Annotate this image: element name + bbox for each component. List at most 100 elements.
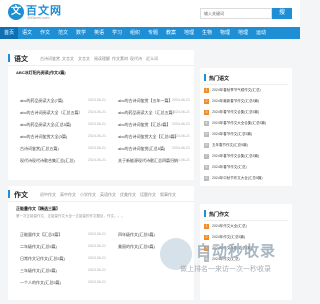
watermark-text: 自动秒收录 [196, 243, 277, 260]
tag-link[interactable]: 古诗词鉴赏 [40, 56, 60, 62]
nav-item[interactable]: 教案 [162, 27, 180, 39]
hot-link[interactable]: 2024年最新春节作文(汇总5篇) [212, 99, 259, 104]
logo-icon[interactable]: 文 [8, 4, 24, 20]
article-link[interactable]: abc的古诗词阅读大全（汇总五篇） [20, 110, 82, 116]
article-date: 2024-06-21 [88, 232, 106, 236]
sidebar-title: 热门作文 [209, 212, 230, 218]
nav-item[interactable]: 运动 [252, 27, 270, 39]
article-link[interactable]: abc的药品阅读大全（汇总五篇） [118, 110, 176, 116]
tag-link[interactable]: 文言文 [62, 56, 74, 62]
article-date: 2024-06-21 [88, 244, 106, 248]
rank-badge: 2 [204, 99, 209, 104]
tag-link[interactable]: 近义词 [146, 56, 158, 62]
article-date: 2024-06-21 [172, 110, 190, 114]
nav-item[interactable]: 物理 [216, 27, 234, 39]
divider [8, 201, 194, 202]
nav-item[interactable]: 范文 [54, 27, 72, 39]
rank-badge: 6 [204, 143, 209, 148]
tag-link[interactable]: 作文素材 [112, 56, 128, 62]
article-link[interactable]: 关于新能源现代诗歌汇总四篇归纳 [118, 158, 178, 164]
tag-link[interactable]: 小学作文 [80, 192, 96, 198]
section-bar [8, 190, 10, 198]
hot-chinese-panel: 热门语文 1 2024年春秋季节气候作文(汇总) 2 2024年最新春节作文(汇… [200, 68, 292, 186]
tag-link[interactable]: 文言文 [78, 56, 90, 62]
article-date: 2024-06-21 [172, 158, 190, 162]
article-link[interactable]: 一个人的作文(汇总5篇) [20, 280, 61, 286]
hot-link[interactable]: 2024年春秋季节气候作文(汇总) [212, 88, 261, 93]
tag-link[interactable]: 阅读理解 [94, 56, 110, 62]
hot-link[interactable]: 2024年春节作文大全合集(汇总5篇) [212, 121, 266, 126]
nav-item[interactable]: 数学 [72, 27, 90, 39]
rank-badge: 4 [204, 121, 209, 126]
article-date: 2024-06-21 [88, 134, 106, 138]
article-date: 2024-06-21 [88, 110, 106, 114]
article-link[interactable]: abc的古诗词鉴赏(汇总5篇) [118, 146, 165, 152]
article-link[interactable]: 二年级作文(汇总5篇) [20, 244, 57, 250]
section-bar [8, 54, 10, 62]
watermark-subtext: 做上排名一来访一次一秒收录 [180, 266, 271, 273]
nav-item[interactable]: 语文 [18, 27, 36, 39]
article-link[interactable]: 现代诗现代诗歌合集汇总(汇总) [20, 158, 75, 164]
article-link[interactable]: 正能量作文【汇总3篇】 [20, 232, 62, 238]
nav-item[interactable]: 英语 [90, 27, 108, 39]
featured-desc: 第一次正能量作文，正能量作文大全一正能量的作文题目，作文。。。 [16, 214, 125, 218]
nav-item[interactable]: 首页 [0, 27, 18, 39]
hot-link[interactable]: 五年春节作文(汇总5篇) [212, 143, 248, 148]
nav-item[interactable]: 生物 [198, 27, 216, 39]
section-bar [204, 210, 206, 217]
article-link[interactable]: abc的古诗词鉴赏大全(3篇) [20, 134, 67, 140]
section-title: 作文 [14, 192, 28, 199]
tag-link[interactable]: 初中作文 [40, 192, 56, 198]
rank-badge: 7 [204, 154, 209, 159]
tag-link[interactable]: 英语作文 [100, 192, 116, 198]
hot-link[interactable]: 2024年春节作文(汇总) [212, 165, 247, 170]
featured-link[interactable]: 正能量作文【精选三篇】 [16, 206, 60, 212]
divider [8, 65, 194, 66]
nav-item[interactable]: 学习 [108, 27, 126, 39]
article-link[interactable]: 三年级作文(汇总5篇) [20, 268, 57, 274]
article-link[interactable]: 日常作文记作文(汇总5篇) [20, 256, 65, 262]
article-link[interactable]: 美丽的作文(汇总5篇) [118, 244, 155, 250]
hot-link[interactable]: 2024年春节作文合集(汇总5篇) [212, 154, 259, 159]
article-date: 2024-06-21 [88, 280, 106, 284]
nav-item[interactable]: 作文 [36, 27, 54, 39]
tag-link[interactable]: 优美作文 [120, 192, 136, 198]
hot-link[interactable]: 2024年春节作文(汇总5篇) [212, 132, 252, 137]
article-link[interactable]: abc的药品阅读大全(7篇) [20, 98, 63, 104]
article-link[interactable]: abc的古诗词鉴赏【五年一篇】 [118, 98, 172, 104]
site-header: 文 百文网 100wen.com 输入关键词 搜 [0, 0, 300, 27]
watermark: 自动秒收录 做上排名一来访一次一秒收录 [160, 236, 310, 304]
article-link[interactable]: 古诗词鉴赏(汇总五篇) [20, 146, 59, 152]
rank-badge: 8 [204, 165, 209, 170]
article-date: 2024-06-21 [88, 256, 106, 260]
hot-link[interactable]: 2024年中秋节作文大全(汇总5篇) [212, 176, 263, 181]
hot-link[interactable]: 2024年作文大全(汇总) [212, 224, 247, 229]
rank-badge: 5 [204, 132, 209, 137]
site-domain: 100wen.com [27, 15, 50, 20]
article-date: 2024-06-21 [88, 158, 106, 162]
tag-link[interactable]: 话题作文 [140, 192, 156, 198]
tag-link[interactable]: 现代诗 [130, 56, 142, 62]
article-link[interactable]: abc的古诗词鉴赏大全【汇总5篇】 [118, 134, 179, 140]
nav-item[interactable]: 组织 [126, 27, 144, 39]
nav-item[interactable]: 专题 [144, 27, 162, 39]
nav-item[interactable]: 地理 [234, 27, 252, 39]
article-date: 2024-06-21 [88, 98, 106, 102]
article-date: 2024-06-21 [88, 268, 106, 272]
article-link[interactable]: abc的药品阅读大全(汇总5篇) [20, 122, 71, 128]
tag-link[interactable]: 叙事作文 [160, 192, 176, 198]
rank-badge: 9 [204, 176, 209, 181]
main-nav: 首页 语文 作文 范文 数学 英语 学习 组织 专题 教案 地理 生物 物理 地… [0, 27, 300, 39]
section-title: 语文 [14, 56, 28, 63]
article-link[interactable]: 四年级作文(汇总5篇) [118, 232, 155, 238]
tag-link[interactable]: 高中作文 [60, 192, 76, 198]
section-bar [204, 74, 206, 81]
article-date: 2024-06-21 [88, 122, 106, 126]
hot-link[interactable]: 2024年春节作文合集(汇总5篇) [212, 110, 259, 115]
sidebar-title: 热门语文 [209, 76, 230, 82]
search-button[interactable]: 搜 [272, 8, 292, 19]
article-link[interactable]: abc的古诗词鉴赏【汇总4篇】 [118, 122, 171, 128]
nav-item[interactable]: 地理 [180, 27, 198, 39]
search-input[interactable]: 输入关键词 [200, 8, 272, 19]
featured-link[interactable]: ABC冰灯阳光阅读(作文3篇) [16, 70, 66, 76]
